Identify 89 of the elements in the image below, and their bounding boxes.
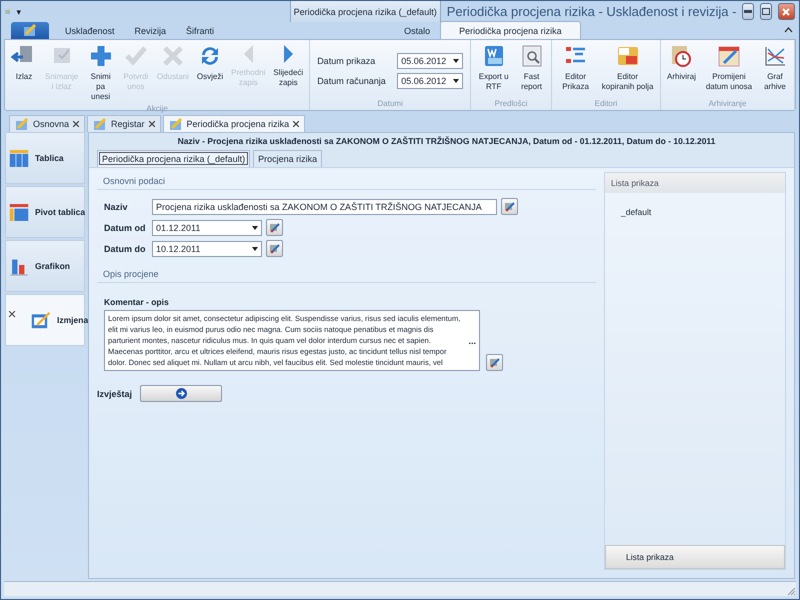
field-label: Datum prikaza [317,56,376,66]
pivot-table-icon [9,202,29,222]
ribbon-tab[interactable]: Periodička procjena rizika [440,21,581,39]
bar-chart-icon [9,256,29,276]
close-tab-icon[interactable] [73,121,80,127]
ribbon-tab[interactable]: Revizija [124,22,176,39]
field-label: Datum do [104,244,146,254]
ribbon-button[interactable]: Fast report [515,42,548,99]
caret-icon [453,78,460,82]
field-label: Komentar - opis [103,296,170,309]
section-title: Opis procjene [97,261,596,283]
tab-icon [168,118,183,130]
ribbon-button[interactable]: Graf arhive [758,42,791,99]
application-menu-button[interactable] [11,22,49,39]
ribbon-button[interactable]: Export u RTF [474,42,514,99]
group-title: Arhiviranje [708,99,748,110]
list-item[interactable]: _default [605,193,785,217]
close-tab-icon[interactable] [148,121,155,127]
ribbon-tab[interactable]: Ostalo [394,22,440,39]
close-button[interactable] [778,3,795,20]
window-title: Periodička procjena rizika - Usklađenost i revizija - [446,4,736,19]
ribbon-button[interactable]: Izlaz [8,42,40,104]
calendar-icon [716,44,742,68]
collapse-ribbon-icon[interactable] [784,27,793,33]
document-tab[interactable]: Periodička procjena rizika [162,115,306,132]
field-label: Datum od [104,222,146,232]
record-header: Naziv - Procjena rizika usklađenosti sa ZAKONOM O ZAŠTITI TRŽIŠNOG NATJECANJA, Datum od - 01.12.2011, Datum do - 10.12.2011 [176,135,716,148]
form-tab[interactable]: Periodička procjena rizika (_default) [97,150,250,167]
group-title: Editori [594,99,618,110]
form-tab[interactable]: Procjena rizika [253,150,322,167]
minimize-button[interactable] [742,3,754,20]
ribbon-button[interactable]: Promijeni datum unosa [700,42,757,99]
close-tab-icon[interactable] [293,121,300,127]
quick-access-menu[interactable]: ▾ [16,6,22,16]
maximize-icon [762,8,770,15]
date-field[interactable]: 05.06.2012 [397,52,464,68]
list-button[interactable]: Lista prikaza [605,545,785,569]
more-button[interactable]: ... [468,336,476,346]
edit-button[interactable] [486,354,503,371]
nav-item[interactable]: Tablica [5,132,85,184]
arrow-left-icon [242,44,254,64]
minimize-icon [744,10,752,13]
caret-icon [252,246,258,250]
date-field[interactable]: 01.12.2011 [152,220,262,236]
table-icon [9,148,29,168]
contextual-tab-group: Periodička procjena rizika (_default) [290,1,441,22]
nav-item[interactable]: Grafikon [5,240,85,292]
resize-grip-icon[interactable] [786,586,796,596]
field-label: Naziv [104,202,129,212]
pen-icon [269,222,280,233]
edit-icon [31,310,51,330]
ribbon-tab[interactable]: Usklađenost [55,22,125,39]
date-field[interactable]: 10.12.2011 [152,240,262,256]
caret-icon [453,58,460,62]
document-tab[interactable]: Osnovna [9,115,86,132]
tab-icon [93,118,108,130]
ribbon-button[interactable]: Editor kopiranih polja [598,42,658,99]
edit-button[interactable] [266,219,283,236]
panel-title: Lista prikaza [605,173,785,193]
check-icon [122,44,149,68]
tab-icon [15,118,29,130]
ribbon-button[interactable]: Arhiviraj [664,42,699,99]
text-field[interactable]: Procjena rizika usklađenosti sa ZAKONOM O ZAŠTITI TRŽIŠNOG NATJECANJA [152,198,497,214]
close-icon [782,8,790,16]
caret-icon [252,226,258,230]
arrow-right-icon [176,388,187,399]
edit-button[interactable] [266,240,283,257]
group-title: Predlošci [494,99,529,110]
group-title: Datumi [376,99,404,110]
edit-button[interactable] [501,198,518,215]
report-button[interactable] [140,385,222,402]
field-label: Izvještaj [97,388,132,398]
pen-icon [269,243,280,254]
nav-item[interactable]: Pivot tablica [5,186,85,238]
pen-icon [504,201,515,212]
ribbon-button[interactable]: Slijedeći zapis [270,42,306,104]
section-title: Osnovni podaci [97,168,596,190]
ribbon-button[interactable]: Editor Prikaza [554,42,596,99]
ribbon-button[interactable]: Osvježi [194,42,226,104]
comment-field[interactable] [104,310,480,371]
app-menu-icon [23,24,37,37]
ribbon-button[interactable]: Snimi pa unesi [83,42,118,104]
ribbon-tab[interactable]: Šifranti [176,22,224,39]
date-field[interactable]: 05.06.2012 [397,72,464,88]
field-label: Datum računanja [317,76,387,86]
arrow-right-icon [282,44,294,64]
document-tab[interactable]: Registar [87,115,161,132]
maximize-button[interactable] [760,3,772,20]
pen-icon [489,357,500,368]
